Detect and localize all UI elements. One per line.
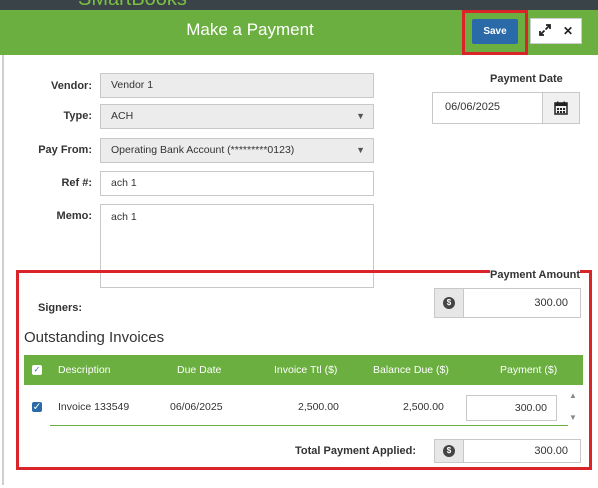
chevron-down-icon: ▼	[356, 111, 365, 121]
col-due-date[interactable]: Due Date	[177, 364, 221, 376]
row-divider	[50, 425, 568, 426]
pay-from-value: Operating Bank Account (*********0123)	[111, 144, 295, 156]
select-all-checkbox[interactable]: ✓	[32, 365, 42, 375]
calendar-icon	[554, 101, 568, 115]
chevron-down-icon: ▼	[356, 145, 365, 155]
invoice-description: Invoice 133549	[58, 401, 130, 413]
payment-amount-input[interactable]: 300.00	[463, 288, 581, 318]
scroll-down-icon[interactable]: ▼	[569, 413, 577, 422]
col-description[interactable]: Description	[58, 364, 111, 376]
background-app-title: SMartBooks	[78, 0, 187, 10]
vendor-label: Vendor:	[51, 80, 92, 92]
type-label: Type:	[63, 110, 92, 122]
ref-input[interactable]: ach 1	[100, 171, 374, 196]
dollar-icon: $	[443, 445, 455, 457]
close-icon[interactable]: ✕	[563, 24, 573, 38]
expand-icon[interactable]	[539, 24, 551, 39]
type-value: ACH	[111, 110, 134, 122]
total-payment-applied-label: Total Payment Applied:	[295, 445, 417, 457]
payment-amount-label: Payment Amount	[490, 269, 581, 281]
dollar-addon: $	[434, 288, 464, 318]
ref-label: Ref #:	[61, 177, 92, 189]
col-balance-due[interactable]: Balance Due ($)	[373, 364, 449, 376]
payment-date-value: 06/06/2025	[445, 101, 501, 113]
modal-title: Make a Payment	[186, 20, 314, 39]
invoice-payment-input[interactable]: 300.00	[466, 395, 557, 421]
col-payment[interactable]: Payment ($)	[500, 364, 557, 376]
save-button[interactable]: Save	[472, 19, 518, 44]
pay-from-select[interactable]: Operating Bank Account (*********0123) ▼	[100, 138, 374, 163]
outstanding-invoices-title: Outstanding Invoices	[24, 329, 165, 346]
pay-from-label: Pay From:	[38, 144, 92, 156]
payment-date-label: Payment Date	[490, 73, 563, 85]
type-select[interactable]: ACH ▼	[100, 104, 374, 129]
invoice-table-header: ✓ Description Due Date Invoice Ttl ($) B…	[24, 355, 583, 385]
vendor-field: Vendor 1	[100, 73, 374, 98]
row-checkbox[interactable]: ✓	[32, 402, 42, 412]
calendar-button[interactable]	[542, 93, 579, 123]
col-invoice-total[interactable]: Invoice Ttl ($)	[274, 364, 337, 376]
modal-header: Make a Payment Save ✕	[0, 10, 598, 55]
invoice-due-date: 06/06/2025	[170, 401, 223, 413]
scroll-up-icon[interactable]: ▲	[569, 391, 577, 400]
left-edge	[2, 55, 4, 485]
invoice-total: 2,500.00	[298, 401, 339, 413]
payment-date-field[interactable]: 06/06/2025	[432, 92, 580, 124]
signers-label: Signers:	[38, 302, 83, 314]
memo-label: Memo:	[56, 210, 92, 222]
total-payment-applied-value: 300.00	[463, 439, 581, 463]
dollar-addon: $	[434, 439, 464, 463]
dollar-icon: $	[443, 297, 455, 309]
window-controls: ✕	[530, 18, 582, 44]
invoice-balance-due: 2,500.00	[403, 401, 444, 413]
background-app-strip: SMartBooks	[0, 0, 598, 10]
